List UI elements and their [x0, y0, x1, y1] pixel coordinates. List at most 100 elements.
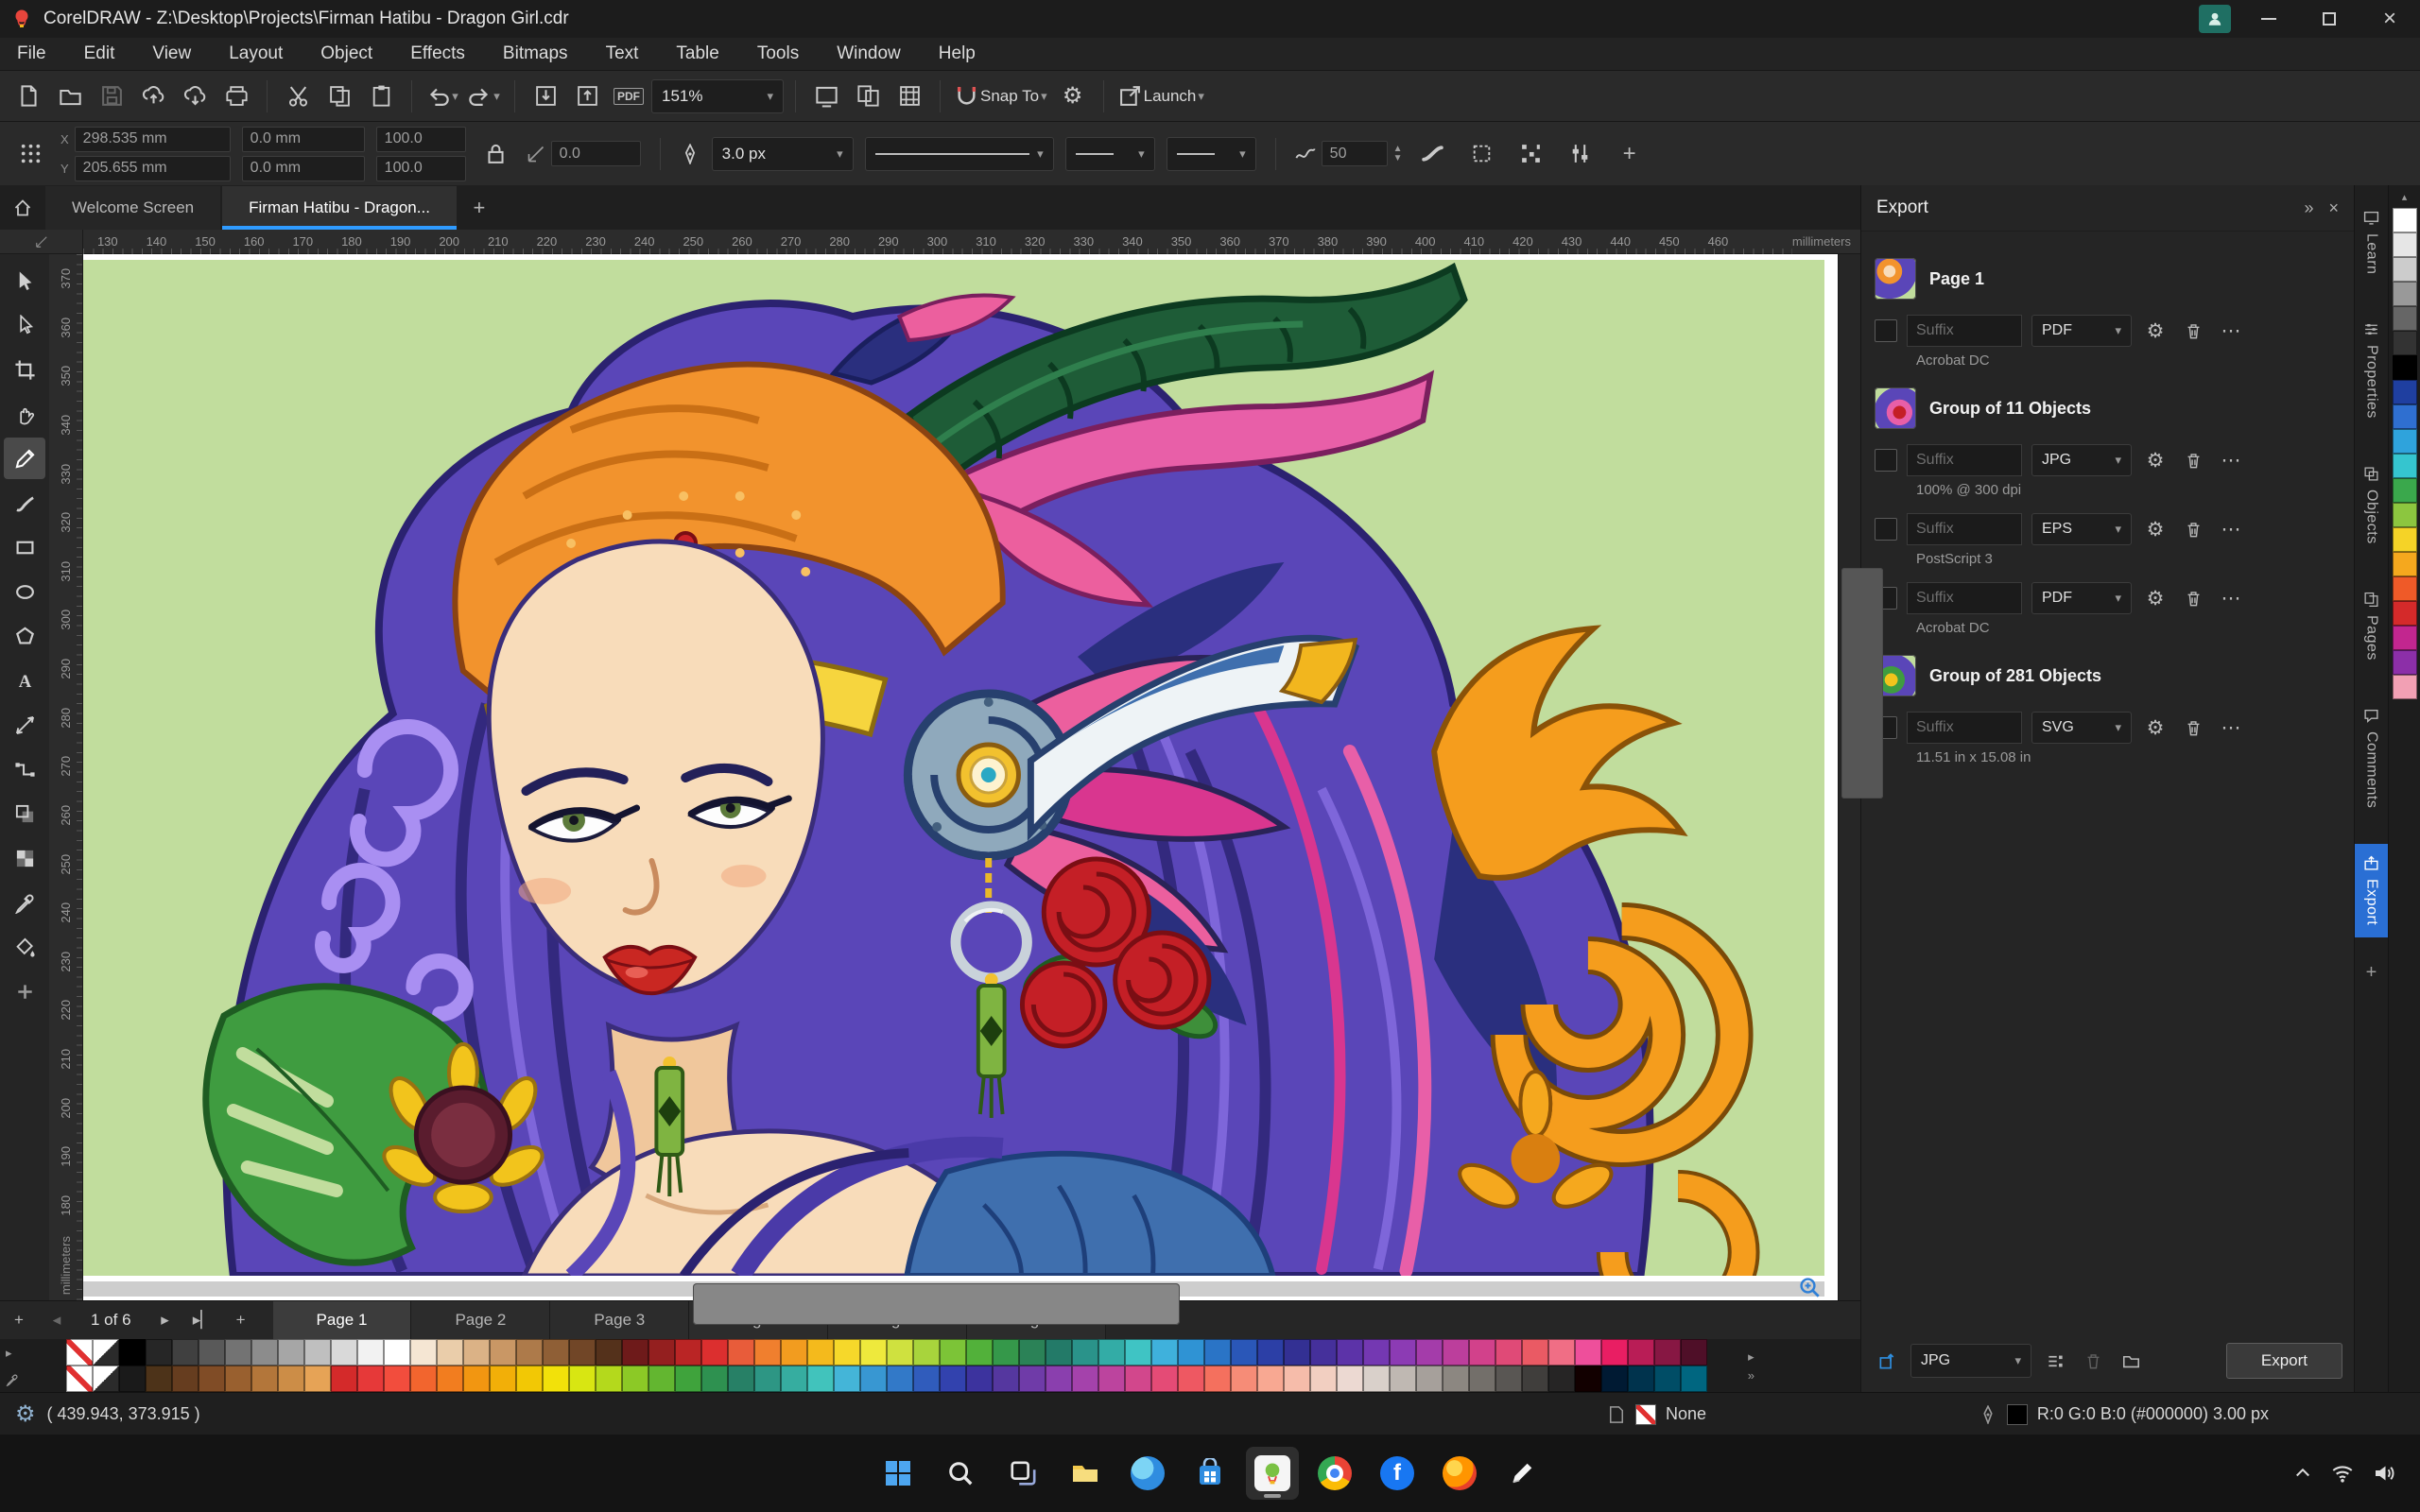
- color-swatch[interactable]: [1654, 1366, 1681, 1392]
- color-swatch[interactable]: [2392, 232, 2417, 257]
- color-swatch[interactable]: [437, 1339, 463, 1366]
- color-swatch[interactable]: [887, 1339, 913, 1366]
- suffix-input[interactable]: [1907, 712, 2022, 744]
- add-page-after-button[interactable]: +: [222, 1301, 260, 1339]
- palette-scroll-up-icon[interactable]: ▴: [2402, 191, 2408, 208]
- add-docker-button[interactable]: +: [2366, 962, 2377, 984]
- search-icon[interactable]: [934, 1447, 987, 1500]
- color-swatch[interactable]: [490, 1339, 516, 1366]
- lock-ratio-icon[interactable]: [477, 135, 515, 173]
- color-swatch[interactable]: [2392, 380, 2417, 404]
- menu-item[interactable]: Object: [320, 43, 372, 64]
- minimize-button[interactable]: [2238, 0, 2299, 38]
- half-fill-swatch[interactable]: [93, 1366, 119, 1392]
- color-swatch[interactable]: [2392, 257, 2417, 282]
- wifi-icon[interactable]: [2331, 1462, 2354, 1485]
- color-swatch[interactable]: [860, 1339, 887, 1366]
- color-swatch[interactable]: [1495, 1339, 1522, 1366]
- color-swatch[interactable]: [754, 1339, 781, 1366]
- menu-item[interactable]: Edit: [84, 43, 115, 64]
- crop-tool-icon[interactable]: [4, 349, 45, 390]
- color-swatch[interactable]: [940, 1366, 966, 1392]
- color-swatch[interactable]: [1204, 1366, 1231, 1392]
- color-swatch[interactable]: [2392, 404, 2417, 429]
- scale-v-field[interactable]: [375, 155, 466, 181]
- color-swatch[interactable]: [1151, 1339, 1178, 1366]
- color-swatch[interactable]: [199, 1366, 225, 1392]
- docker-collapse-icon[interactable]: »: [2304, 198, 2313, 218]
- horizontal-scrollbar-thumb[interactable]: [692, 1283, 1181, 1325]
- color-swatch[interactable]: [1337, 1366, 1363, 1392]
- color-swatch[interactable]: [119, 1366, 146, 1392]
- color-swatch[interactable]: [913, 1366, 940, 1392]
- preserve-pressure-icon[interactable]: [1414, 135, 1452, 173]
- tab-current-document[interactable]: Firman Hatibu - Dragon...: [222, 186, 457, 230]
- open-icon[interactable]: [51, 77, 89, 115]
- color-swatch[interactable]: [834, 1366, 860, 1392]
- polygon-tool-icon[interactable]: [4, 615, 45, 657]
- color-swatch[interactable]: [2392, 576, 2417, 601]
- color-swatch[interactable]: [410, 1339, 437, 1366]
- account-icon[interactable]: [2199, 5, 2231, 33]
- palette-eyedropper-icon[interactable]: [6, 1373, 19, 1386]
- publish-pdf-icon[interactable]: PDF: [610, 77, 648, 115]
- delete-format-icon[interactable]: [2179, 713, 2207, 742]
- color-swatch[interactable]: [1601, 1339, 1628, 1366]
- color-swatch[interactable]: [1257, 1366, 1284, 1392]
- file-explorer-icon[interactable]: [1059, 1447, 1112, 1500]
- color-swatch[interactable]: [1601, 1366, 1628, 1392]
- launch-dropdown[interactable]: Launch ▾: [1115, 77, 1207, 115]
- export-item-checkbox[interactable]: [1875, 319, 1897, 342]
- color-swatch[interactable]: [1098, 1339, 1125, 1366]
- color-swatch[interactable]: [1019, 1339, 1046, 1366]
- color-swatch[interactable]: [146, 1366, 172, 1392]
- color-swatch[interactable]: [648, 1366, 675, 1392]
- print-icon[interactable]: [217, 77, 255, 115]
- add-tool-button[interactable]: [4, 971, 45, 1012]
- color-swatch[interactable]: [331, 1339, 357, 1366]
- color-swatch[interactable]: [1125, 1339, 1151, 1366]
- color-swatch[interactable]: [940, 1339, 966, 1366]
- color-swatch[interactable]: [225, 1366, 251, 1392]
- color-swatch[interactable]: [728, 1339, 754, 1366]
- format-settings-gear-icon[interactable]: ⚙: [2141, 584, 2169, 612]
- color-swatch[interactable]: [331, 1366, 357, 1392]
- color-swatch[interactable]: [1495, 1366, 1522, 1392]
- export-item-checkbox[interactable]: [1875, 449, 1897, 472]
- suffix-input[interactable]: [1907, 444, 2022, 476]
- more-options-icon[interactable]: ⋯: [2217, 713, 2245, 742]
- color-swatch[interactable]: [437, 1366, 463, 1392]
- menu-item[interactable]: Window: [837, 43, 901, 64]
- next-page-icon[interactable]: ▸: [147, 1301, 184, 1339]
- color-swatch[interactable]: [1019, 1366, 1046, 1392]
- menu-item[interactable]: View: [152, 43, 191, 64]
- add-control-button[interactable]: +: [1611, 135, 1649, 173]
- object-height-field[interactable]: [241, 155, 365, 181]
- color-swatch[interactable]: [2392, 355, 2417, 380]
- page-tab[interactable]: Page 1: [272, 1301, 412, 1339]
- color-swatch[interactable]: [384, 1366, 410, 1392]
- arrow-end-select[interactable]: ▾: [1166, 136, 1256, 171]
- color-swatch[interactable]: [2392, 527, 2417, 552]
- delete-format-icon[interactable]: [2179, 584, 2207, 612]
- color-swatch[interactable]: [1284, 1366, 1310, 1392]
- palette-flyout-icon[interactable]: »: [1748, 1368, 1754, 1383]
- color-swatch[interactable]: [622, 1339, 648, 1366]
- color-swatch[interactable]: [1522, 1339, 1548, 1366]
- color-swatch[interactable]: [2392, 306, 2417, 331]
- color-swatch[interactable]: [304, 1366, 331, 1392]
- canvas-viewport[interactable]: [83, 254, 1838, 1325]
- home-icon[interactable]: [0, 186, 45, 230]
- docker-tab-comments[interactable]: Comments: [2355, 696, 2388, 819]
- color-swatch[interactable]: [1575, 1339, 1601, 1366]
- color-swatch[interactable]: [1072, 1366, 1098, 1392]
- new-tab-button[interactable]: +: [458, 186, 500, 230]
- full-screen-preview-icon[interactable]: [807, 77, 845, 115]
- ruler-origin-corner[interactable]: [0, 229, 83, 254]
- color-swatch[interactable]: [2392, 626, 2417, 650]
- suffix-input[interactable]: [1907, 315, 2022, 347]
- color-swatch[interactable]: [119, 1339, 146, 1366]
- color-swatch[interactable]: [1204, 1339, 1231, 1366]
- text-tool-icon[interactable]: A: [4, 660, 45, 701]
- page-tab[interactable]: Page 2: [411, 1301, 551, 1339]
